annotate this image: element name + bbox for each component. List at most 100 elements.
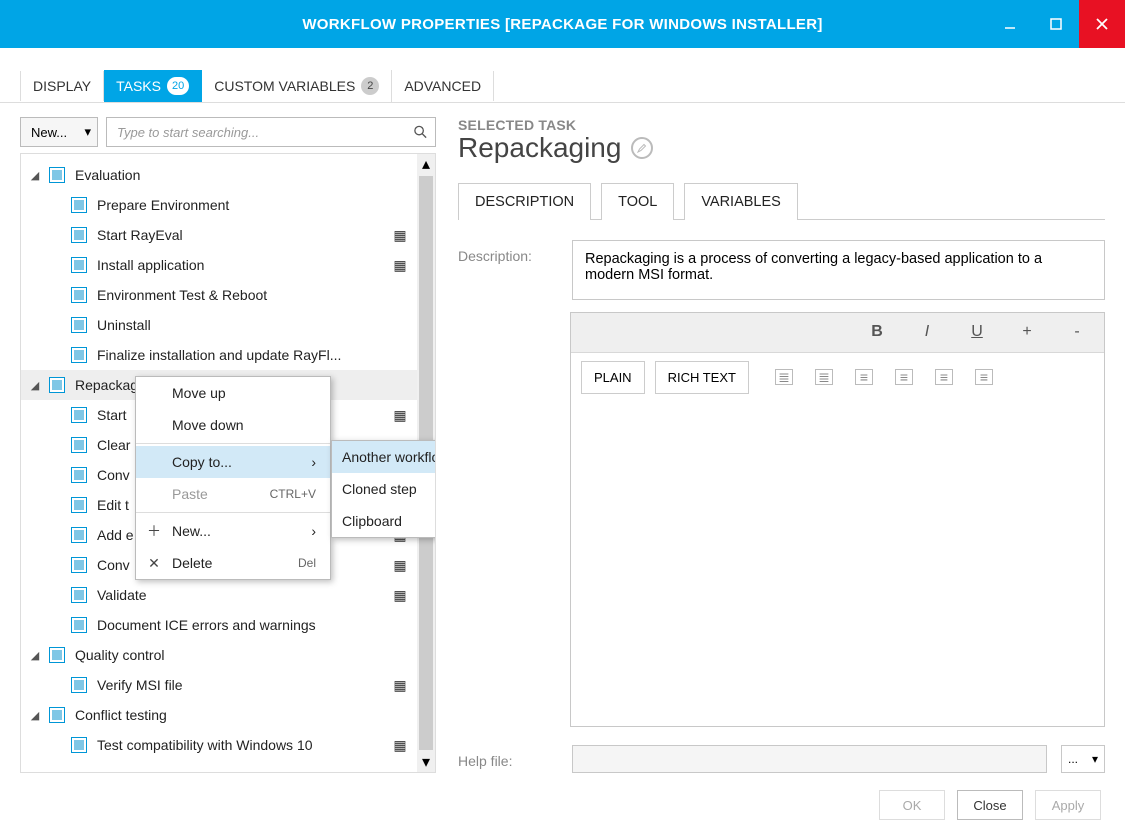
tab-custom-variables[interactable]: CUSTOM VARIABLES 2 bbox=[202, 70, 392, 102]
checkbox[interactable] bbox=[71, 257, 87, 273]
context-menu: Move up Move down Copy to...› PasteCTRL+… bbox=[135, 376, 331, 580]
scroll-up-icon[interactable]: ▴ bbox=[417, 154, 435, 174]
checkbox[interactable] bbox=[71, 677, 87, 693]
editor-body[interactable] bbox=[571, 394, 1104, 726]
description-label: Description: bbox=[458, 240, 558, 264]
expand-icon[interactable]: ◢ bbox=[27, 709, 43, 722]
tree-item-label: Finalize installation and update RayFl..… bbox=[97, 347, 409, 363]
ctx-delete[interactable]: ✕DeleteDel bbox=[136, 547, 330, 579]
tab-tool[interactable]: TOOL bbox=[601, 183, 674, 220]
checkbox[interactable] bbox=[49, 167, 65, 183]
ctx-another-workflow[interactable]: Another workflow bbox=[332, 441, 436, 473]
bold-button[interactable]: B bbox=[866, 323, 888, 341]
align-center-icon[interactable]: ≡ bbox=[895, 369, 913, 385]
checkbox[interactable] bbox=[71, 347, 87, 363]
ctx-copy-to[interactable]: Copy to...› bbox=[136, 446, 330, 478]
tab-advanced[interactable]: ADVANCED bbox=[392, 71, 494, 101]
ctx-move-up[interactable]: Move up bbox=[136, 377, 330, 409]
body: New... ▾ ◢ Evaluation Prepare Environmen… bbox=[0, 103, 1125, 773]
scroll-down-icon[interactable]: ▾ bbox=[417, 752, 435, 772]
editor-tab-plain[interactable]: PLAIN bbox=[581, 361, 645, 394]
expand-icon[interactable]: ◢ bbox=[27, 649, 43, 662]
tree-item-install-application[interactable]: Install application▦ bbox=[21, 250, 417, 280]
tree-group-conflict-testing[interactable]: ◢ Conflict testing bbox=[21, 700, 417, 730]
tree-item-document-ice[interactable]: Document ICE errors and warnings bbox=[21, 610, 417, 640]
tree-group-quality-control[interactable]: ◢ Quality control bbox=[21, 640, 417, 670]
ctx-move-down[interactable]: Move down bbox=[136, 409, 330, 441]
checkbox[interactable] bbox=[49, 707, 65, 723]
checkbox[interactable] bbox=[71, 227, 87, 243]
editor-align-icons: ≣ ≣ ≡ ≡ ≡ ≡ bbox=[775, 369, 993, 385]
minimize-button[interactable] bbox=[987, 0, 1033, 48]
list-numbers-icon[interactable]: ≣ bbox=[815, 369, 833, 385]
checkbox[interactable] bbox=[71, 557, 87, 573]
apply-button[interactable]: Apply bbox=[1035, 790, 1101, 820]
help-file-browse-label: ... bbox=[1068, 752, 1078, 766]
tree-group-evaluation[interactable]: ◢ Evaluation bbox=[21, 160, 417, 190]
checkbox[interactable] bbox=[71, 617, 87, 633]
checkbox[interactable] bbox=[71, 407, 87, 423]
checkbox[interactable] bbox=[71, 317, 87, 333]
edit-title-button[interactable] bbox=[631, 137, 653, 159]
tree-item-validate[interactable]: Validate▦ bbox=[21, 580, 417, 610]
tree-item-label: Uninstall bbox=[97, 317, 409, 333]
new-dropdown[interactable]: New... ▾ bbox=[20, 117, 98, 147]
tree-item-label: Validate bbox=[97, 587, 385, 603]
checkbox[interactable] bbox=[71, 437, 87, 453]
help-file-label: Help file: bbox=[458, 749, 558, 769]
close-dialog-button[interactable]: Close bbox=[957, 790, 1023, 820]
expand-icon[interactable]: ◢ bbox=[27, 379, 43, 392]
tab-variables[interactable]: VARIABLES bbox=[684, 183, 798, 220]
left-toolbar: New... ▾ bbox=[20, 117, 436, 147]
tree-group-label: Conflict testing bbox=[75, 707, 409, 723]
editor-tab-rich[interactable]: RICH TEXT bbox=[655, 361, 749, 394]
titlebar: WORKFLOW PROPERTIES [REPACKAGE FOR WINDO… bbox=[0, 0, 1125, 48]
help-file-input[interactable] bbox=[572, 745, 1047, 773]
checkbox[interactable] bbox=[71, 287, 87, 303]
help-file-browse-button[interactable]: ... ▾ bbox=[1061, 745, 1105, 773]
ctx-new[interactable]: ＋New...› bbox=[136, 515, 330, 547]
increase-button[interactable]: + bbox=[1016, 323, 1038, 341]
align-justify-icon[interactable]: ≡ bbox=[975, 369, 993, 385]
ctx-clipboard[interactable]: ClipboardCTRL+C bbox=[332, 505, 436, 537]
checkbox[interactable] bbox=[71, 527, 87, 543]
list-bullets-icon[interactable]: ≣ bbox=[775, 369, 793, 385]
ctx-label: New... bbox=[172, 523, 211, 539]
decrease-button[interactable]: - bbox=[1066, 323, 1088, 341]
tree-item-finalize-installation[interactable]: Finalize installation and update RayFl..… bbox=[21, 340, 417, 370]
search-input[interactable] bbox=[106, 117, 436, 147]
checkbox[interactable] bbox=[49, 377, 65, 393]
align-right-icon[interactable]: ≡ bbox=[935, 369, 953, 385]
tool-icon: ▦ bbox=[391, 256, 409, 274]
tree-item-test-compat-win10[interactable]: Test compatibility with Windows 10▦ bbox=[21, 730, 417, 760]
tree-item-env-test-reboot[interactable]: Environment Test & Reboot bbox=[21, 280, 417, 310]
ctx-cloned-step[interactable]: Cloned step bbox=[332, 473, 436, 505]
tree-item-start-rayeval[interactable]: Start RayEval▦ bbox=[21, 220, 417, 250]
expand-icon[interactable]: ◢ bbox=[27, 169, 43, 182]
description-textbox[interactable]: Repackaging is a process of converting a… bbox=[572, 240, 1105, 300]
tree-item-uninstall[interactable]: Uninstall bbox=[21, 310, 417, 340]
minimize-icon bbox=[1003, 17, 1017, 31]
checkbox[interactable] bbox=[71, 587, 87, 603]
tab-tasks[interactable]: TASKS 20 bbox=[104, 70, 202, 102]
tree-item-label: Test compatibility with Windows 10 bbox=[97, 737, 385, 753]
tab-description[interactable]: DESCRIPTION bbox=[458, 183, 591, 220]
tree-item-prepare-environment[interactable]: Prepare Environment bbox=[21, 190, 417, 220]
checkbox[interactable] bbox=[71, 197, 87, 213]
checkbox[interactable] bbox=[71, 737, 87, 753]
italic-button[interactable]: I bbox=[916, 323, 938, 341]
ok-button[interactable]: OK bbox=[879, 790, 945, 820]
checkbox[interactable] bbox=[49, 647, 65, 663]
detail-tabs: DESCRIPTION TOOL VARIABLES bbox=[458, 174, 1105, 220]
tab-display[interactable]: DISPLAY bbox=[20, 71, 104, 101]
checkbox[interactable] bbox=[71, 467, 87, 483]
align-left-icon[interactable]: ≡ bbox=[855, 369, 873, 385]
underline-button[interactable]: U bbox=[966, 323, 988, 341]
maximize-button[interactable] bbox=[1033, 0, 1079, 48]
checkbox[interactable] bbox=[71, 497, 87, 513]
chevron-down-icon: ▾ bbox=[84, 124, 91, 140]
tree-item-verify-msi[interactable]: Verify MSI file▦ bbox=[21, 670, 417, 700]
delete-icon: ✕ bbox=[146, 555, 162, 572]
close-button[interactable] bbox=[1079, 0, 1125, 48]
right-pane: SELECTED TASK Repackaging DESCRIPTION TO… bbox=[458, 117, 1105, 773]
